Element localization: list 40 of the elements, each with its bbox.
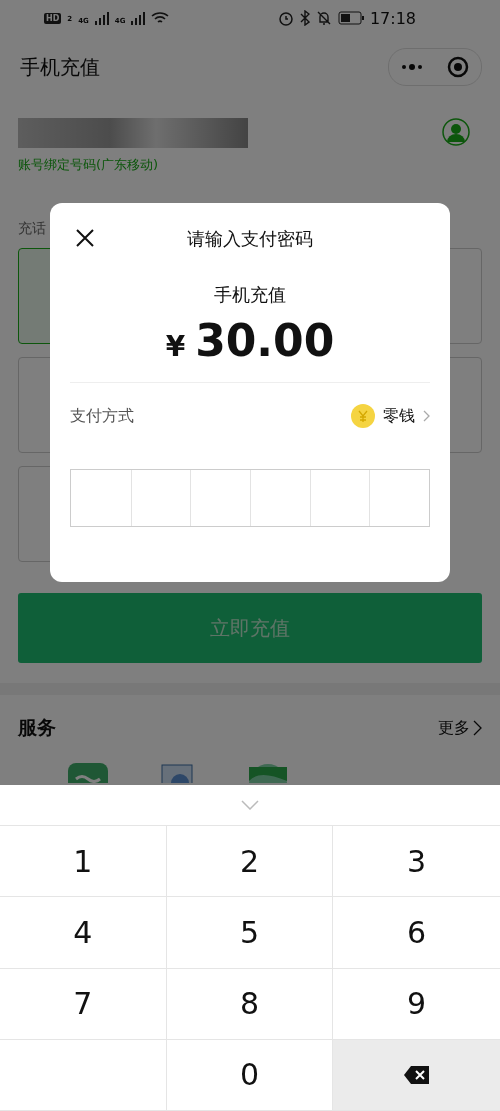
signal-icon bbox=[131, 11, 146, 25]
alarm-icon bbox=[277, 10, 294, 26]
close-target-icon[interactable] bbox=[447, 56, 469, 78]
password-field[interactable] bbox=[70, 469, 430, 527]
hd-badge: HD bbox=[44, 12, 62, 24]
close-button[interactable] bbox=[74, 227, 96, 249]
contact-icon[interactable] bbox=[442, 118, 470, 146]
more-icon[interactable] bbox=[401, 64, 423, 70]
page-title: 手机充值 bbox=[20, 53, 100, 81]
clock-time: 17:18 bbox=[369, 8, 416, 28]
account-note: 账号绑定号码(广东移动) bbox=[18, 156, 160, 174]
keypad-key[interactable]: 7 bbox=[0, 968, 167, 1040]
bluetooth-icon bbox=[299, 10, 310, 26]
chevron-right-icon bbox=[472, 720, 482, 736]
keypad-key[interactable]: 4 bbox=[0, 897, 167, 969]
keypad-key[interactable]: 8 bbox=[166, 968, 334, 1040]
signal-icon bbox=[94, 11, 109, 25]
keypad-key[interactable]: 1 bbox=[0, 826, 167, 898]
backspace-icon bbox=[403, 1064, 430, 1085]
battery-icon bbox=[337, 11, 364, 25]
close-icon bbox=[74, 227, 96, 249]
chevron-down-icon[interactable] bbox=[241, 800, 259, 810]
keypad-key[interactable]: 5 bbox=[166, 897, 334, 969]
more-link[interactable]: 更多 bbox=[438, 717, 482, 739]
backspace-key[interactable] bbox=[333, 1039, 500, 1111]
section-label: 充话 bbox=[18, 220, 46, 238]
payment-amount: 30.00 bbox=[195, 315, 335, 366]
payment-item: 手机充值 bbox=[214, 283, 286, 307]
wave-icon[interactable] bbox=[68, 763, 108, 783]
dialog-title: 请输入支付密码 bbox=[187, 227, 313, 251]
currency-symbol: ¥ bbox=[165, 330, 186, 363]
chevron-right-icon bbox=[423, 410, 430, 422]
keypad-key[interactable]: 0 bbox=[166, 1039, 334, 1111]
services-title: 服务 bbox=[18, 715, 56, 740]
payment-method[interactable]: 零钱 bbox=[383, 405, 415, 427]
keypad-key[interactable]: 2 bbox=[166, 826, 334, 898]
wifi-icon bbox=[151, 11, 170, 25]
muted-bell-icon bbox=[315, 10, 332, 26]
method-label: 支付方式 bbox=[70, 405, 134, 427]
coin-icon bbox=[351, 404, 375, 428]
